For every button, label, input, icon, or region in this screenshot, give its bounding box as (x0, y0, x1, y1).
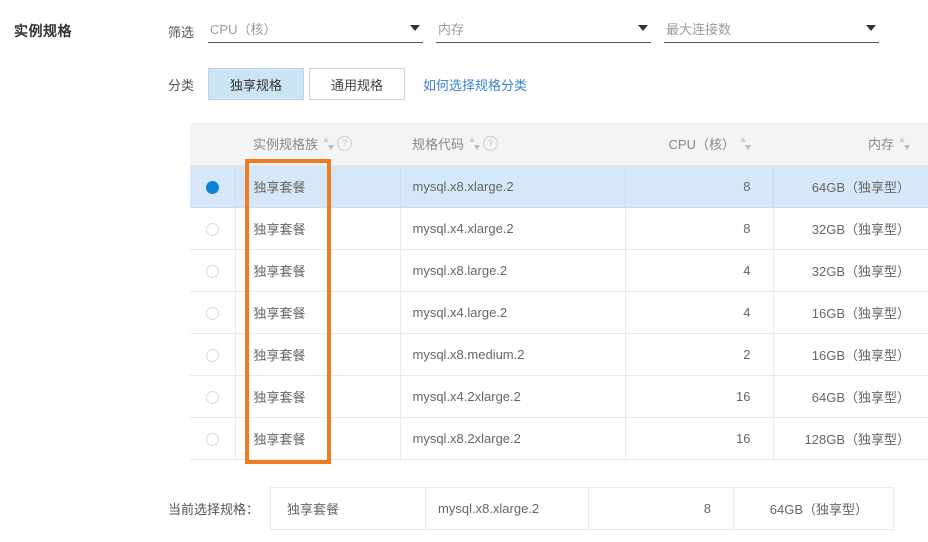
header-instance-family-inner: 实例规格族 ? (253, 134, 353, 153)
cell-memory: 32GB（独享型） (772, 249, 928, 292)
header-cpu[interactable]: CPU（核） (625, 123, 773, 166)
table-row[interactable]: 独享套餐 mysql.x4.large.2 4 16GB（独享型） (190, 291, 928, 334)
radio-button[interactable] (205, 390, 219, 404)
cell-spec-code: mysql.x8.xlarge.2 (399, 165, 625, 208)
spec-table-head: 实例规格族 ? 规格代码 ? CPU（核） 内存 (190, 123, 928, 166)
header-spec-code-inner: 规格代码 ? (412, 134, 499, 153)
select-cpu-value: CPU（核） (210, 22, 277, 37)
radio-button[interactable] (205, 348, 219, 362)
cell-instance-family: 独享套餐 (234, 207, 400, 250)
radio-button[interactable] (205, 222, 219, 236)
page-title: 实例规格 (14, 23, 72, 39)
header-instance-family-label: 实例规格族 (253, 137, 319, 153)
cell-instance-family: 独享套餐 (234, 375, 400, 418)
cell-instance-family: 独享套餐 (234, 291, 400, 334)
select-max-connections[interactable]: 最大连接数 (664, 16, 880, 43)
spec-table-body: 独享套餐 mysql.x8.xlarge.2 8 64GB（独享型） 独享套餐 mysql… (190, 165, 928, 460)
cell-cpu: 8 (624, 207, 773, 250)
summary-memory: 64GB（独享型） (733, 487, 895, 530)
cell-spec-code: mysql.x8.large.2 (399, 249, 625, 292)
table-row[interactable]: 独享套餐 mysql.x8.large.2 4 32GB（独享型） (190, 249, 928, 292)
cell-spec-code: mysql.x8.2xlarge.2 (399, 417, 625, 460)
summary-table: 独享套餐 mysql.x8.xlarge.2 8 64GB（独享型） (270, 487, 895, 530)
header-select (190, 123, 235, 166)
cell-spec-code: mysql.x4.2xlarge.2 (399, 375, 625, 418)
cell-cpu: 8 (624, 165, 773, 208)
select-memory-value: 内存 (438, 22, 465, 37)
table-row[interactable]: 独享套餐 mysql.x8.medium.2 2 16GB（独享型） (190, 333, 928, 376)
summary-family: 独享套餐 (270, 487, 427, 530)
radio-button[interactable] (205, 264, 219, 278)
header-cpu-inner: CPU（核） (669, 134, 751, 153)
select-memory[interactable]: 内存 (436, 16, 652, 43)
summary-row: 独享套餐 mysql.x8.xlarge.2 8 64GB（独享型） (270, 487, 895, 530)
cell-spec-code: mysql.x4.large.2 (399, 291, 625, 334)
help-circle-icon[interactable]: ? (483, 136, 499, 152)
filter-row: 筛选 CPU（核） 内存 最大连接数 (168, 16, 880, 43)
radio-button-checked[interactable] (205, 180, 219, 194)
row-radio-cell[interactable] (190, 207, 235, 250)
category-button-general[interactable]: 通用规格 (309, 68, 406, 100)
row-radio-cell[interactable] (190, 417, 235, 460)
cell-cpu: 2 (624, 333, 773, 376)
cell-instance-family: 独享套餐 (234, 249, 400, 292)
select-cpu[interactable]: CPU（核） (208, 16, 424, 43)
header-cpu-label: CPU（核） (668, 137, 735, 153)
summary-cpu: 8 (588, 487, 735, 530)
current-selection-label: 当前选择规格： (168, 502, 260, 517)
radio-button[interactable] (205, 306, 219, 320)
table-row[interactable]: 独享套餐 mysql.x8.xlarge.2 8 64GB（独享型） (190, 165, 928, 208)
cell-memory: 64GB（独享型） (772, 375, 928, 418)
sort-icon[interactable] (323, 137, 335, 151)
cell-instance-family: 独享套餐 (234, 165, 400, 208)
current-selection-summary: 当前选择规格： 独享套餐 mysql.x8.xlarge.2 8 64GB（独享… (168, 487, 895, 530)
summary-table-body: 独享套餐 mysql.x8.xlarge.2 8 64GB（独享型） (270, 487, 895, 530)
cell-memory: 32GB（独享型） (772, 207, 928, 250)
summary-code: mysql.x8.xlarge.2 (425, 487, 590, 530)
select-max-connections-value: 最大连接数 (666, 22, 732, 37)
cell-memory: 16GB（独享型） (772, 333, 928, 376)
spec-table: 实例规格族 ? 规格代码 ? CPU（核） 内存 独享套餐 mysql.x8.x… (190, 123, 928, 460)
cell-cpu: 16 (624, 375, 773, 418)
row-radio-cell[interactable] (190, 165, 235, 208)
category-button-dedicated[interactable]: 独享规格 (208, 68, 305, 100)
cell-memory: 16GB（独享型） (772, 291, 928, 334)
table-row[interactable]: 独享套餐 mysql.x8.2xlarge.2 16 128GB（独享型） (190, 417, 928, 460)
category-label: 分类 (168, 77, 195, 93)
category-row: 分类 独享规格 通用规格 如何选择规格分类 (168, 68, 527, 100)
cell-spec-code: mysql.x8.medium.2 (399, 333, 625, 376)
sort-icon[interactable] (899, 137, 910, 151)
filter-label: 筛选 (168, 25, 195, 40)
header-instance-family[interactable]: 实例规格族 ? (235, 123, 400, 166)
cell-memory: 128GB（独享型） (772, 417, 928, 460)
header-spec-code[interactable]: 规格代码 ? (400, 123, 625, 166)
table-row[interactable]: 独享套餐 mysql.x4.xlarge.2 8 32GB（独享型） (190, 207, 928, 250)
cell-cpu: 4 (624, 249, 773, 292)
sort-icon[interactable] (740, 137, 751, 151)
sort-icon[interactable] (469, 137, 481, 151)
row-radio-cell[interactable] (190, 249, 235, 292)
help-circle-icon[interactable]: ? (337, 136, 353, 152)
cell-cpu: 16 (624, 417, 773, 460)
cell-memory: 64GB（独享型） (772, 165, 928, 208)
row-radio-cell[interactable] (190, 333, 235, 376)
cell-spec-code: mysql.x4.xlarge.2 (399, 207, 625, 250)
chevron-down-icon (866, 25, 877, 31)
cell-instance-family: 独享套餐 (234, 333, 400, 376)
cell-instance-family: 独享套餐 (234, 417, 400, 460)
cell-cpu: 4 (624, 291, 773, 334)
radio-button[interactable] (205, 432, 219, 446)
chevron-down-icon (638, 25, 649, 31)
table-header-row: 实例规格族 ? 规格代码 ? CPU（核） 内存 (190, 123, 928, 166)
chevron-down-icon (410, 25, 421, 31)
how-to-choose-link[interactable]: 如何选择规格分类 (423, 75, 527, 94)
header-memory-inner: 内存 (868, 134, 910, 153)
header-spec-code-label: 规格代码 (412, 137, 465, 153)
filter-selects: CPU（核） 内存 最大连接数 (208, 16, 880, 43)
header-memory-label: 内存 (867, 137, 894, 153)
row-radio-cell[interactable] (190, 291, 235, 334)
row-radio-cell[interactable] (190, 375, 235, 418)
header-memory[interactable]: 内存 (773, 123, 928, 166)
table-row[interactable]: 独享套餐 mysql.x4.2xlarge.2 16 64GB（独享型） (190, 375, 928, 418)
